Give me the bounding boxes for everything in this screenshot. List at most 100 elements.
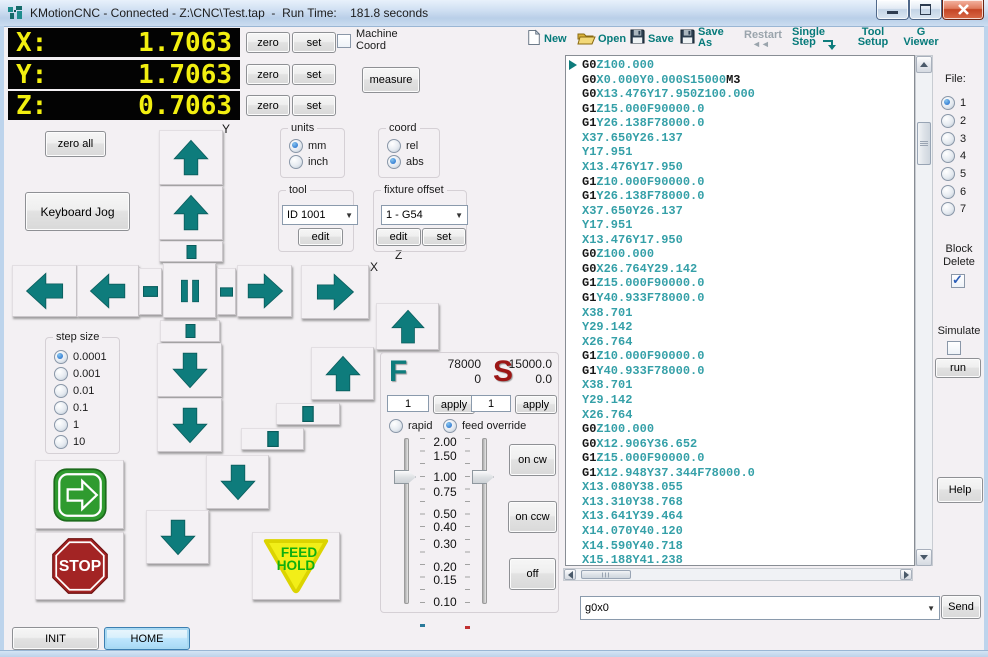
block-delete-checkbox[interactable] (951, 272, 965, 288)
step-size-option-10[interactable]: 10 (54, 435, 85, 449)
file-option-3[interactable]: 3 (941, 132, 966, 146)
jog-x-plus-button[interactable] (237, 265, 292, 317)
file-option-6[interactable]: 6 (941, 185, 966, 199)
feed-override-thumb[interactable] (394, 470, 416, 484)
scroll-left-button[interactable] (564, 569, 576, 580)
help-button[interactable]: Help (937, 477, 983, 503)
step-size-option-0.1[interactable]: 0.1 (54, 401, 88, 415)
jog-pause-button[interactable] (163, 263, 216, 318)
file-option-4[interactable]: 4 (941, 149, 966, 163)
toolbar-restart-button[interactable]: Restart ◄◄ (742, 26, 786, 52)
gcode-viewer[interactable]: G0Z100.000 G0X0.000Y0.000S15000M3 G0X13.47… (565, 55, 915, 566)
jog-y-minus-button[interactable] (157, 343, 222, 397)
simulate-checkbox[interactable] (947, 341, 961, 355)
jog-x-minus-fast-button[interactable] (12, 265, 77, 317)
toolbar-single-step-button[interactable]: Single Step (790, 26, 838, 52)
mode-option-rapid[interactable]: rapid (389, 419, 432, 433)
jog-z-minus-button[interactable] (206, 455, 269, 509)
jog-z-minus-fast-button[interactable] (146, 510, 209, 564)
jog-x-plus-fast-button[interactable] (301, 265, 369, 319)
jog-y-plus-button[interactable] (159, 186, 223, 240)
jog-y-plus-fast-button[interactable] (159, 130, 223, 185)
file-option-2[interactable]: 2 (941, 114, 966, 128)
tool-edit-button[interactable]: edit (298, 228, 343, 246)
slider-ticks (465, 438, 470, 604)
step-size-option-0.001[interactable]: 0.001 (54, 367, 101, 381)
coord-option-rel[interactable]: rel (387, 139, 418, 153)
spindle-apply-button[interactable]: apply (515, 395, 557, 414)
file-option-5[interactable]: 5 (941, 167, 966, 181)
jog-z-plus-fast-button[interactable] (376, 303, 439, 350)
scroll-down-button[interactable] (916, 549, 932, 566)
step-size-option-0.01[interactable]: 0.01 (54, 384, 94, 398)
scale-label: 0.30 (433, 537, 457, 551)
feed-hold-button[interactable]: FEED HOLD (252, 532, 340, 600)
feed-override-slider[interactable] (404, 438, 409, 604)
feedrate-apply-button[interactable]: apply (433, 395, 475, 414)
toolbar-g-viewer-button[interactable]: G Viewer (900, 26, 942, 52)
jog-z-plus-button[interactable] (311, 347, 374, 400)
title-bar[interactable]: KMotionCNC - Connected - Z:\CNC\Test.tap… (0, 0, 988, 27)
set-button-z[interactable]: set (292, 95, 336, 116)
measure-button[interactable]: measure (362, 67, 420, 93)
units-option-mm[interactable]: mm (289, 139, 326, 153)
step-size-option-0.0001[interactable]: 0.0001 (54, 350, 107, 364)
toolbar-save-as-button[interactable]: Save As (680, 26, 726, 52)
step-size-option-1[interactable]: 1 (54, 418, 79, 432)
zero-button-x[interactable]: zero (246, 32, 290, 53)
tool-select[interactable]: ID 1001 ▼ (282, 205, 358, 225)
toolbar-new-button[interactable]: New (527, 26, 569, 52)
scroll-right-button[interactable] (900, 569, 912, 580)
run-button[interactable]: run (935, 358, 981, 378)
zero-button-z[interactable]: zero (246, 95, 290, 116)
spindle-off-button[interactable]: off (509, 558, 556, 590)
init-button[interactable]: INIT (12, 627, 99, 650)
home-button[interactable]: HOME (104, 627, 190, 650)
jog-x-step-plus-button[interactable] (217, 268, 236, 315)
feedrate-input[interactable] (387, 395, 429, 412)
spindle-override-thumb[interactable] (472, 470, 494, 484)
app-icon[interactable] (8, 5, 24, 21)
jog-z-step-plus-button[interactable] (276, 403, 340, 425)
gcode-horizontal-scrollbar[interactable] (563, 568, 913, 581)
spindle-on-cw-button[interactable]: on cw (509, 444, 556, 476)
jog-y-minus-fast-button[interactable] (157, 398, 222, 452)
jog-x-minus-button[interactable] (77, 265, 139, 317)
file-option-7[interactable]: 7 (941, 202, 966, 216)
scroll-up-button[interactable] (916, 56, 932, 73)
toolbar-open-button[interactable]: Open (577, 26, 627, 52)
send-button[interactable]: Send (941, 595, 981, 619)
gcode-vertical-scrollbar[interactable] (915, 55, 933, 566)
zero-all-button[interactable]: zero all (45, 131, 106, 157)
maximize-button[interactable] (909, 0, 942, 20)
minimize-button[interactable] (876, 0, 909, 20)
jog-z-step-minus-button[interactable] (241, 428, 304, 450)
set-button-y[interactable]: set (292, 64, 336, 85)
gcode-line: G1Z10.000F90000.0 (582, 349, 705, 364)
file-option-1[interactable]: 1 (941, 96, 966, 110)
set-button-x[interactable]: set (292, 32, 336, 53)
close-button[interactable] (942, 0, 984, 20)
machine-coord-checkbox[interactable] (337, 34, 351, 48)
scrollbar-thumb[interactable] (917, 122, 931, 165)
mode-option-feed-override[interactable]: feed override (443, 419, 526, 433)
mdi-command-input[interactable]: g0x0 ▼ (580, 596, 940, 620)
fixture-edit-button[interactable]: edit (376, 228, 421, 246)
fixture-offset-select[interactable]: 1 - G54 ▼ (381, 205, 468, 225)
stop-button[interactable]: STOP (35, 532, 124, 600)
jog-x-step-minus-button[interactable] (139, 268, 162, 315)
fixture-set-button[interactable]: set (422, 228, 466, 246)
spindle-override-slider[interactable] (482, 438, 487, 604)
jog-y-step-plus-button[interactable] (159, 241, 223, 262)
spindle-on-ccw-button[interactable]: on ccw (508, 501, 557, 533)
units-option-inch[interactable]: inch (289, 155, 328, 169)
jog-y-step-minus-button[interactable] (160, 320, 220, 342)
spindle-input[interactable] (471, 395, 511, 412)
keyboard-jog-button[interactable]: Keyboard Jog (25, 192, 130, 231)
coord-option-abs[interactable]: abs (387, 155, 424, 169)
scrollbar-thumb[interactable] (581, 570, 631, 579)
go-button[interactable] (35, 460, 124, 529)
zero-button-y[interactable]: zero (246, 64, 290, 85)
toolbar-save-button[interactable]: Save (630, 26, 676, 52)
toolbar-tool-setup-button[interactable]: Tool Setup (850, 26, 896, 52)
